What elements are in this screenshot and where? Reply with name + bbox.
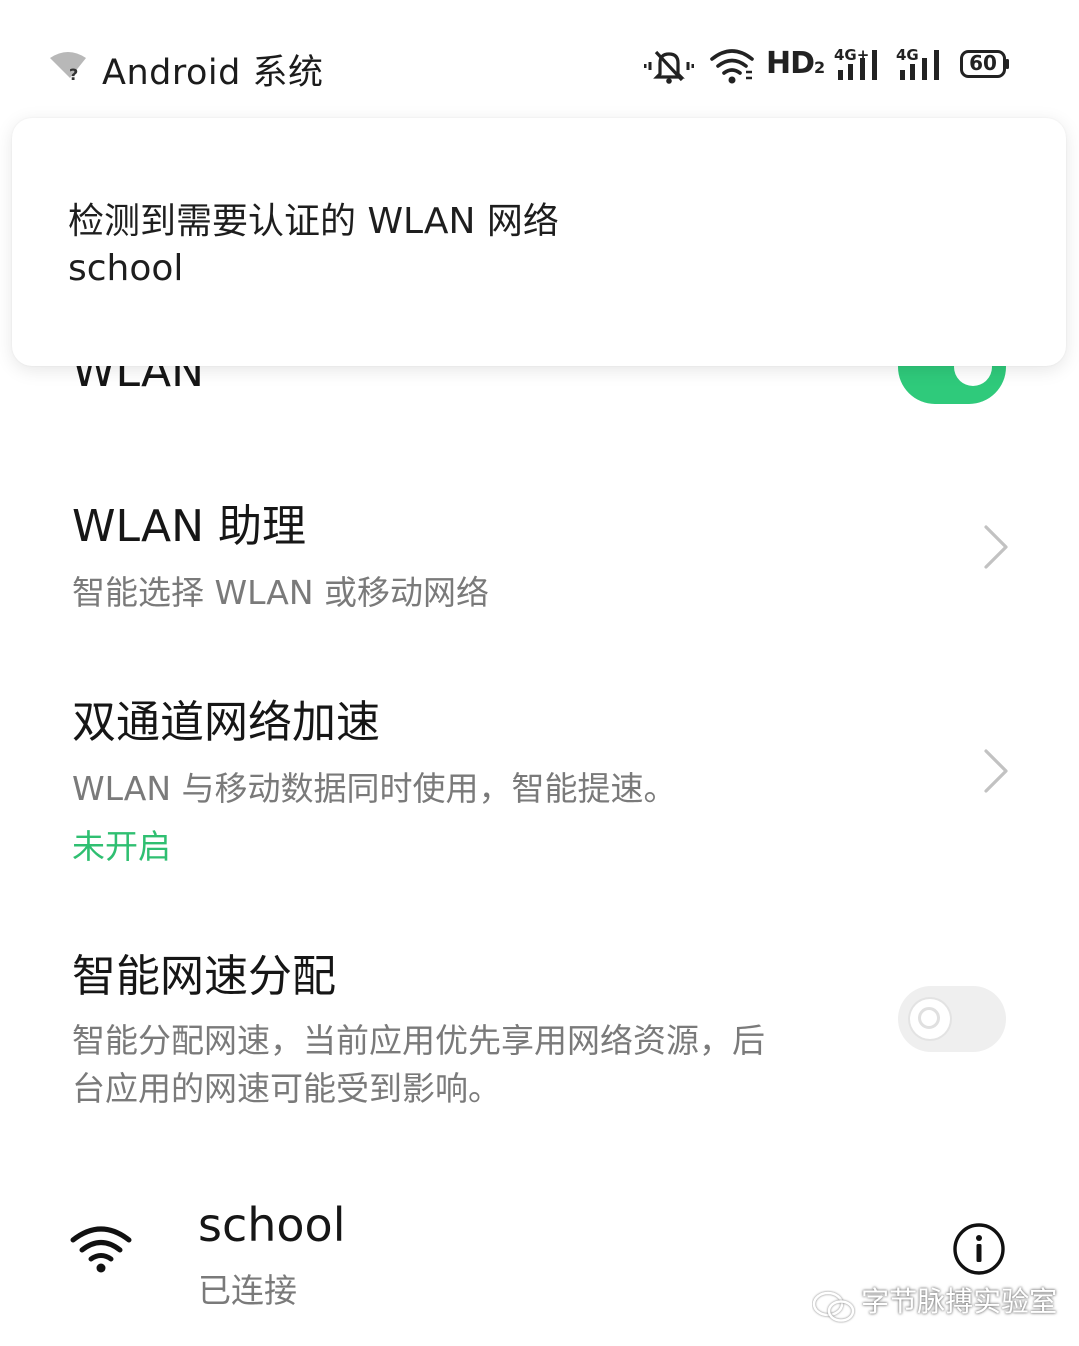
- hd-label: HD: [766, 46, 815, 81]
- notification-title: 检测到需要认证的 WLAN 网络: [68, 201, 559, 242]
- toggle-knob: [910, 999, 950, 1039]
- signal-4g-plus: 4G+: [834, 46, 884, 84]
- speed-allocation-title: 智能网速分配: [72, 951, 336, 1002]
- speed-allocation-subtitle-line2: 台应用的网速可能受到影响。: [72, 1069, 501, 1108]
- wifi-question-icon: ?: [50, 52, 86, 82]
- wechat-icon: [812, 1291, 855, 1322]
- status-app-name: Android 系统: [102, 53, 324, 93]
- watermark-text: 字节脉搏实验室: [861, 1285, 1058, 1318]
- hd-voice-indicator: HD2: [766, 46, 825, 81]
- wlan-assistant-title: WLAN 助理: [72, 501, 307, 552]
- chevron-right-icon: [984, 525, 1008, 569]
- speed-allocation-subtitle-line1: 智能分配网速，当前应用优先享用网络资源，后: [72, 1021, 765, 1060]
- speed-allocation-toggle[interactable]: [898, 986, 1006, 1052]
- status-bar: ? Android 系统 HD2 4G+ 4G 60: [0, 0, 1079, 120]
- dual-channel-status: 未开启: [72, 827, 171, 866]
- network-name: school: [198, 1198, 346, 1252]
- dual-channel-title: 双通道网络加速: [72, 697, 380, 748]
- info-icon[interactable]: [952, 1222, 1006, 1276]
- dual-channel-row[interactable]: 双通道网络加速 WLAN 与移动数据同时使用，智能提速。 未开启: [0, 670, 1079, 870]
- notification-network-name: school: [68, 248, 184, 289]
- wifi-icon: [710, 49, 754, 84]
- wlan-assistant-subtitle: 智能选择 WLAN 或移动网络: [72, 573, 490, 612]
- wlan-assistant-row[interactable]: WLAN 助理 智能选择 WLAN 或移动网络: [0, 470, 1079, 630]
- network-status: 已连接: [198, 1271, 297, 1310]
- notification-card[interactable]: 检测到需要认证的 WLAN 网络 school: [12, 118, 1066, 366]
- vibrate-mute-icon: [644, 50, 694, 84]
- signal-4g: 4G: [896, 46, 946, 84]
- wifi-signal-icon: [70, 1226, 132, 1273]
- chevron-right-icon: [984, 749, 1008, 793]
- battery-level: 60: [969, 51, 997, 75]
- dual-channel-subtitle: WLAN 与移动数据同时使用，智能提速。: [72, 769, 677, 808]
- signal-bars-icon: [900, 50, 939, 80]
- hd-sub-label: 2: [814, 58, 825, 77]
- watermark: 字节脉搏实验室: [812, 1280, 1057, 1324]
- svg-text:?: ?: [69, 65, 78, 82]
- signal-bars-icon: [838, 50, 877, 80]
